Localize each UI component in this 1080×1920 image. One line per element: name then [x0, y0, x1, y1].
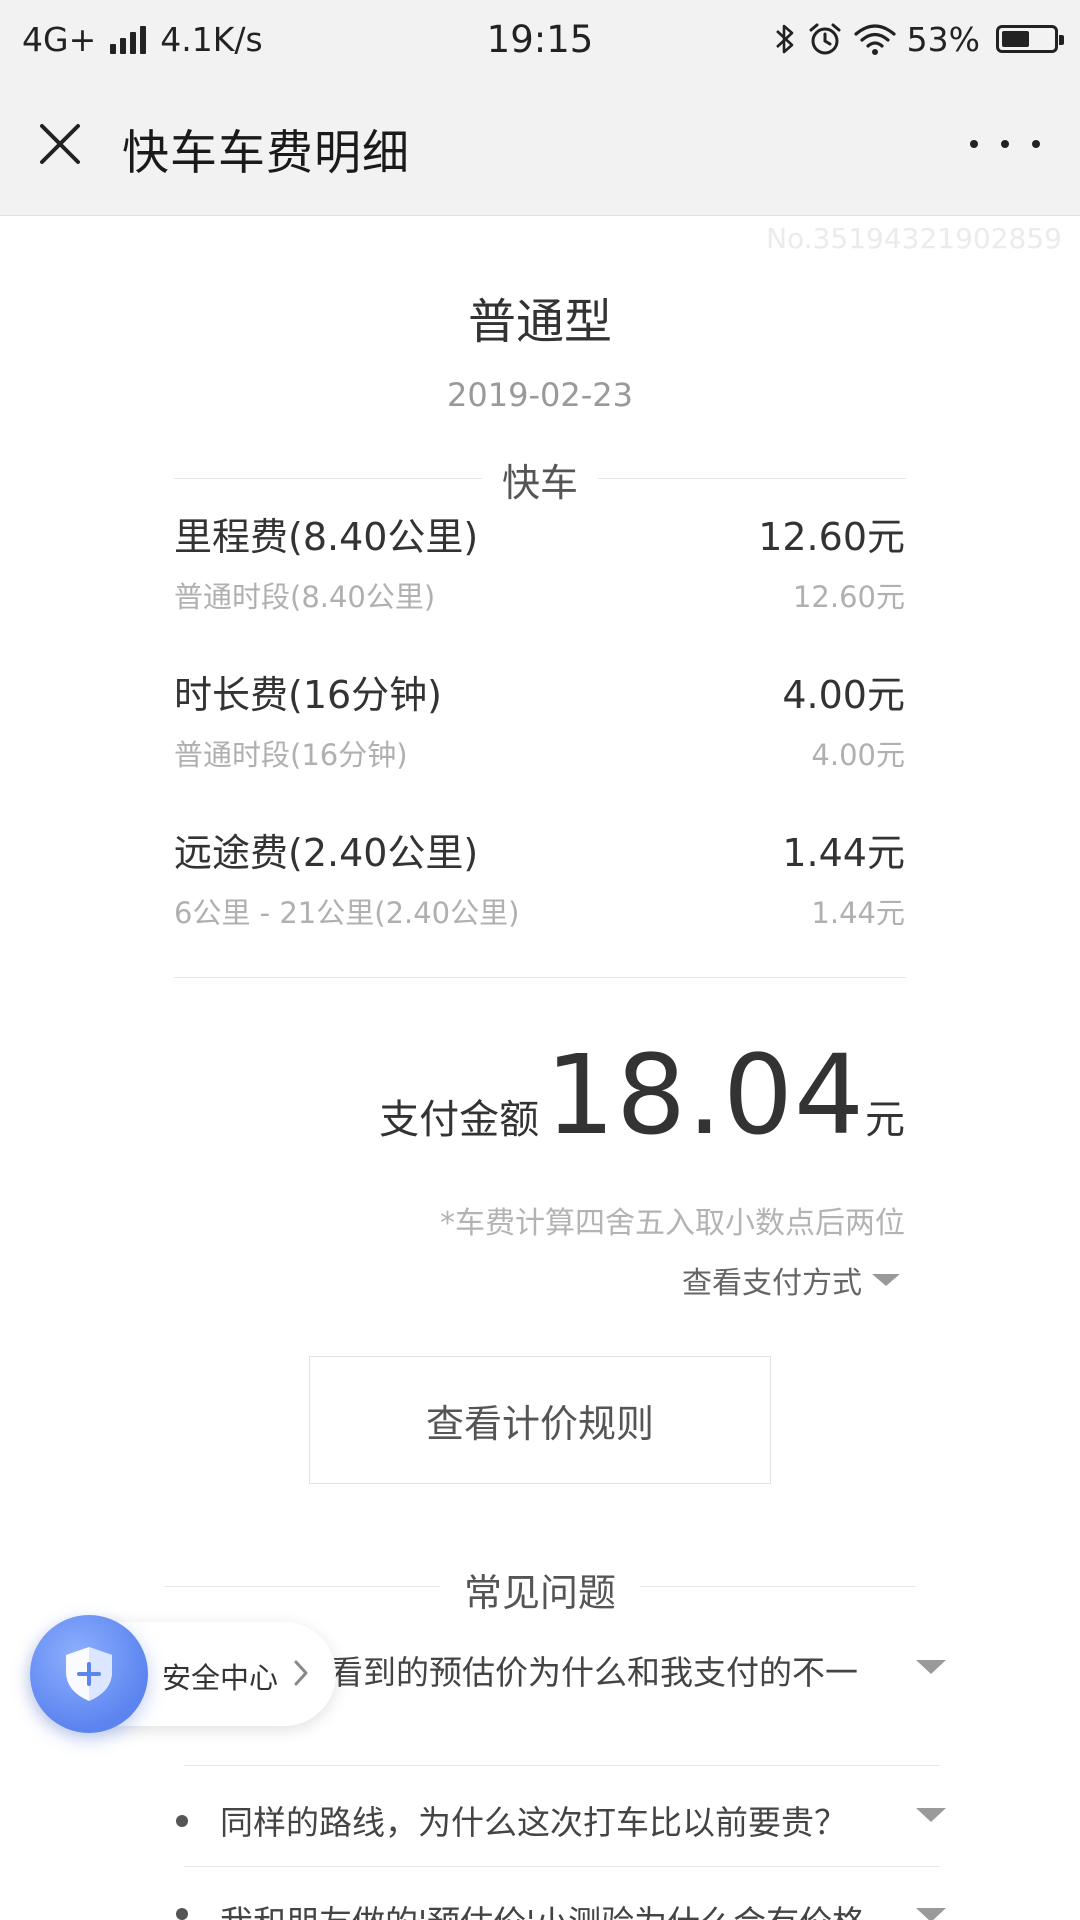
fee-section-label: 快车 [501, 461, 578, 505]
car-type: 普通型 [467, 294, 612, 350]
close-icon [40, 124, 80, 164]
wifi-icon [854, 24, 896, 55]
fee-item-sub-name: 普通时段(8.40公里) [174, 580, 436, 614]
fee-item-sub-amount: 1.44元 [811, 896, 905, 930]
total-unit: 元 [865, 1097, 905, 1143]
more-dot-icon [1001, 140, 1009, 148]
network-speed: 4.1K/s [160, 19, 263, 59]
faq-divider [184, 1765, 940, 1766]
faq-section-label: 常见问题 [463, 1571, 616, 1615]
page-title: 快车车费明细 [122, 126, 410, 181]
faq-item[interactable]: 看到的预估价为什么和我支付的不一 [330, 1646, 890, 1694]
rounding-note: *车费计算四舍五入取小数点后两位 [440, 1206, 905, 1241]
fee-item-name: 时长费(16分钟) [174, 673, 443, 717]
battery-percent: 53% [906, 19, 980, 59]
more-dot-icon [970, 140, 978, 148]
faq-bullet-icon [176, 1908, 188, 1920]
fee-item-amount: 12.60元 [758, 515, 905, 559]
faq-divider [184, 1866, 940, 1867]
rules-button-label: 查看计价规则 [425, 1401, 654, 1446]
safety-center-label: 安全中心 [162, 1661, 279, 1695]
fee-item-sub-name: 普通时段(16分钟) [174, 738, 408, 772]
fee-item-sub-name: 6公里 - 21公里(2.40公里) [174, 896, 520, 930]
caret-down-icon [872, 1274, 900, 1286]
status-bar: 4G+ 4.1K/s 19:15 53% [0, 0, 1080, 78]
status-left: 4G+ 4.1K/s [22, 20, 263, 59]
caret-down-icon[interactable] [916, 1660, 946, 1674]
fee-item-amount: 1.44元 [782, 831, 905, 875]
faq-item[interactable]: 我和朋友做的'预估价'小测验为什么会有价格 [220, 1896, 1000, 1920]
fee-item-sub-amount: 4.00元 [811, 738, 905, 772]
fee-divider [174, 977, 906, 978]
more-dot-icon [1032, 140, 1040, 148]
battery-fill [1002, 31, 1029, 47]
faq-bullet-icon [176, 1815, 188, 1827]
alarm-icon [809, 23, 841, 55]
page: 4G+ 4.1K/s 19:15 53% 快车车费明细 No.351943219… [0, 0, 1080, 1920]
close-button[interactable] [32, 116, 88, 172]
more-options-button[interactable] [970, 124, 1040, 164]
total-amount: 18.04 [545, 1031, 865, 1159]
safety-badge[interactable] [30, 1615, 148, 1733]
trip-date: 2019-02-23 [447, 376, 633, 414]
order-number: No.35194321902859 [766, 222, 1062, 255]
view-pricing-rules-button[interactable]: 查看计价规则 [309, 1356, 771, 1484]
caret-down-icon[interactable] [916, 1808, 946, 1822]
caret-down-icon[interactable] [916, 1908, 946, 1920]
bluetooth-icon [775, 24, 793, 54]
title-bar: 快车车费明细 [0, 78, 1080, 216]
fee-item-sub-amount: 12.60元 [792, 580, 905, 614]
status-right: 53% [773, 19, 1064, 59]
faq-item[interactable]: 同样的路线，为什么这次打车比以前要贵？ [220, 1796, 1000, 1844]
battery-icon [996, 25, 1064, 53]
view-payment-method-button[interactable]: 查看支付方式 [682, 1258, 900, 1302]
fee-item-amount: 4.00元 [782, 673, 905, 717]
network-type: 4G+ [22, 19, 97, 59]
pay-method-label: 查看支付方式 [682, 1266, 862, 1301]
fee-item-name: 里程费(8.40公里) [174, 515, 479, 559]
total-row: 支付金额 18.04 元 [379, 1040, 905, 1150]
total-label: 支付金额 [379, 1097, 540, 1143]
fee-item-name: 远途费(2.40公里) [174, 831, 479, 875]
chevron-right-icon [294, 1660, 308, 1686]
signal-icon [110, 24, 147, 54]
shield-icon [66, 1647, 112, 1701]
